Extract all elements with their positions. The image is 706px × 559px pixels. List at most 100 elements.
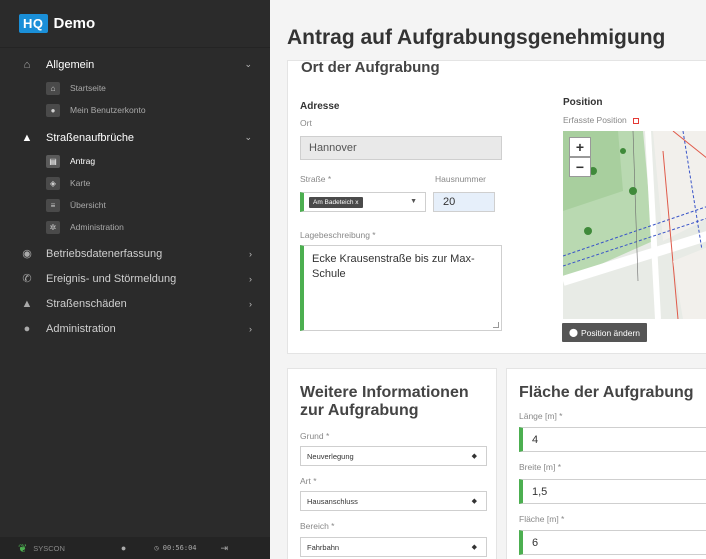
tree-marker (584, 227, 592, 235)
grund-select[interactable]: Neuverlegung ◆ (300, 446, 487, 466)
chevron-right-icon: › (249, 248, 252, 259)
phone-icon: ✆ (22, 273, 32, 285)
zoom-in-button[interactable]: + (569, 137, 591, 157)
art-select[interactable]: Hausanschluss ◆ (300, 491, 487, 511)
strasse-tag[interactable]: Am Badeteich x (309, 197, 363, 208)
hausnummer-field[interactable]: 20 (433, 192, 495, 212)
ort-field[interactable]: Hannover (300, 136, 502, 160)
map-marker-icon: ⬤ (569, 328, 578, 337)
brand[interactable]: HQ Demo (0, 0, 270, 48)
document-icon: ▤ (46, 154, 60, 168)
home-icon: ⌂ (23, 58, 31, 71)
company-name: SYSCON (33, 543, 65, 553)
checkbox-icon[interactable] (632, 117, 639, 124)
sidebar-item-label: Administration (46, 322, 116, 335)
select-arrows-icon: ◆ (471, 544, 477, 551)
sidebar-subitem-label: Startseite (70, 83, 106, 93)
users-icon: ● (23, 322, 31, 335)
weitere-info-card: Weitere Informationen zur Aufgrabung Gru… (287, 368, 497, 559)
logout-icon[interactable]: ⇥ (221, 543, 229, 554)
chevron-right-icon: › (249, 273, 252, 284)
chevron-down-icon: ⌄ (244, 59, 252, 69)
position-label: Position (563, 97, 603, 108)
strasse-label: Straße * (300, 174, 332, 184)
sidebar-footer: ❦ SYSCON ● ◷ 00:56:04 ⇥ (0, 537, 270, 559)
bereich-value: Fahrbahn (307, 542, 340, 552)
flaeche-field[interactable]: 6 (519, 530, 706, 555)
sidebar-item-label: Straßenaufbrüche (46, 131, 135, 144)
breite-field[interactable]: 1,5 (519, 479, 706, 504)
sidebar-nav: ⌂ Allgemein ⌄ ⌂ Startseite ● Mein Benutz… (0, 52, 270, 341)
brand-logo: HQ (19, 14, 48, 33)
sidebar-subitem-label: Administration (70, 222, 124, 232)
sidebar-item-strassenaufbrueche[interactable]: ▲ Straßenaufbrüche ⌄ (0, 125, 270, 150)
map-icon: ◈ (46, 176, 60, 190)
lage-textarea[interactable]: Ecke Krausenstraße bis zur Max-Schule (300, 245, 502, 331)
page-title: Antrag auf Aufgrabungsgenehmigung (287, 26, 666, 49)
leaf-icon: ❦ (18, 542, 28, 555)
sidebar-item-strassenschaeden[interactable]: ▲ Straßenschäden › (0, 291, 270, 316)
building-area (653, 131, 706, 241)
section-title-flaeche: Fläche der Aufgrabung (519, 384, 694, 401)
art-value: Hausanschluss (307, 496, 358, 506)
sidebar-subitem-antrag[interactable]: ▤ Antrag (0, 150, 270, 172)
road-icon: ▲ (21, 131, 33, 144)
bereich-select[interactable]: Fahrbahn ◆ (300, 537, 487, 557)
sidebar-subitem-karte[interactable]: ◈ Karte (0, 172, 270, 194)
breite-label: Breite [m] * (519, 462, 562, 472)
sidebar-subitem-uebersicht[interactable]: ≡ Übersicht (0, 194, 270, 216)
main-content: Antrag auf Aufgrabungsgenehmigung Ort de… (270, 0, 706, 559)
flaeche-card: Fläche der Aufgrabung Länge [m] * 4 Brei… (506, 368, 706, 559)
gauge-icon: ◉ (22, 248, 32, 260)
gear-icon: ✲ (46, 220, 60, 234)
session-timer: ◷ 00:56:04 (154, 544, 196, 552)
sidebar-subitem-startseite[interactable]: ⌂ Startseite (0, 77, 270, 99)
lage-label: Lagebeschreibung * (300, 230, 376, 240)
adresse-label: Adresse (300, 101, 340, 112)
sidebar-item-label: Allgemein (46, 58, 95, 71)
position-aendern-label: Position ändern (580, 327, 641, 338)
tree-marker (620, 148, 626, 154)
caret-down-icon: ▼ (410, 198, 417, 205)
bereich-label: Bereich * (300, 521, 335, 531)
sidebar-subitem-label: Antrag (70, 156, 96, 166)
chevron-down-icon: ⌄ (244, 132, 252, 142)
resize-handle-icon[interactable] (493, 322, 499, 328)
grund-value: Neuverlegung (307, 451, 354, 461)
position-aendern-button[interactable]: ⬤ Position ändern (562, 323, 648, 342)
laenge-label: Länge [m] * (519, 411, 563, 421)
sidebar-item-label: Straßenschäden (46, 297, 127, 310)
flaeche-label: Fläche [m] * (519, 514, 565, 524)
list-icon: ≡ (46, 198, 60, 212)
sidebar-subitem-benutzerkonto[interactable]: ● Mein Benutzerkonto (0, 99, 270, 121)
laenge-field[interactable]: 4 (519, 427, 706, 452)
zoom-out-button[interactable]: − (569, 157, 591, 177)
road-icon: ▲ (21, 297, 33, 310)
session-timer-value: 00:56:04 (162, 544, 197, 552)
select-arrows-icon: ◆ (471, 453, 477, 460)
erfasste-position-text: Erfasste Position (563, 115, 627, 125)
tree-marker (629, 187, 637, 195)
grund-label: Grund * (300, 431, 330, 441)
position-map[interactable]: + − (563, 131, 706, 319)
user-icon: ● (46, 103, 60, 117)
building-area (673, 247, 706, 319)
sidebar-subitem-label: Karte (70, 178, 91, 188)
sidebar-item-administration[interactable]: ● Administration › (0, 316, 270, 341)
sidebar-item-ereignis[interactable]: ✆ Ereignis- und Störmeldung › (0, 266, 270, 291)
chevron-right-icon: › (249, 298, 252, 309)
ort-card: Ort der Aufgrabung Adresse Ort Hannover … (287, 59, 706, 354)
select-arrows-icon: ◆ (471, 498, 477, 505)
sidebar-subitem-label: Übersicht (70, 200, 106, 210)
section-title-ort: Ort der Aufgrabung (301, 59, 440, 76)
sidebar-item-allgemein[interactable]: ⌂ Allgemein ⌄ (0, 52, 270, 77)
strasse-select[interactable]: Am Badeteich x ▼ (300, 192, 426, 212)
sidebar-item-betriebsdaten[interactable]: ◉ Betriebsdatenerfassung › (0, 241, 270, 266)
home-icon: ⌂ (46, 81, 60, 95)
sidebar-subitem-administration[interactable]: ✲ Administration (0, 216, 270, 238)
clock-icon: ◷ (154, 544, 159, 552)
art-label: Art * (300, 476, 317, 486)
user-icon[interactable]: ● (121, 543, 126, 553)
chevron-right-icon: › (249, 323, 252, 334)
brand-name: Demo (53, 15, 96, 32)
